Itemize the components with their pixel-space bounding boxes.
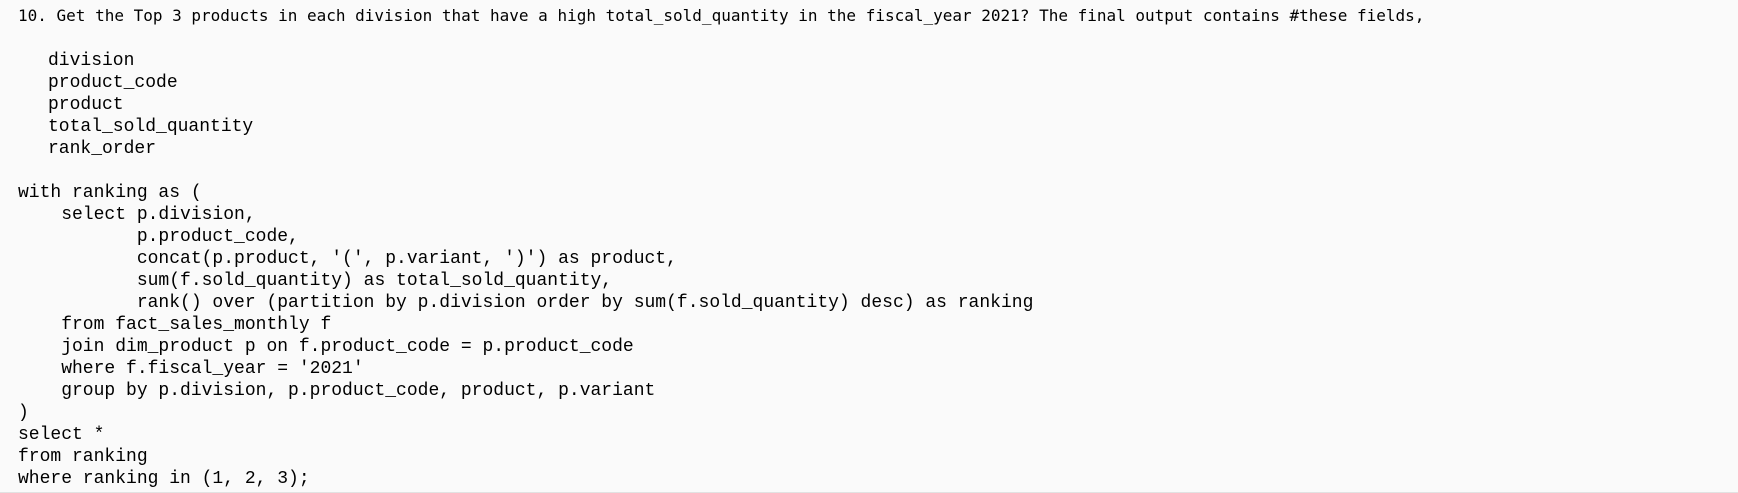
code-line: rank() over (partition by p.division ord… [18,293,1034,313]
output-fields-list: division product_code product total_sold… [48,50,253,160]
code-line: join dim_product p on f.product_code = p… [18,337,634,357]
code-line: where ranking in (1, 2, 3); [18,469,310,489]
field-item: product_code [48,73,178,93]
code-line: with ranking as ( [18,183,202,203]
code-line: p.product_code, [18,227,299,247]
field-item: rank_order [48,139,157,159]
code-line: sum(f.sold_quantity) as total_sold_quant… [18,271,613,291]
code-line: group by p.division, p.product_code, pro… [18,381,656,401]
code-line: concat(p.product, '(', p.variant, ')') a… [18,249,677,269]
code-line: select * [18,425,105,445]
code-line: ) [18,403,29,423]
question-heading: 10. Get the Top 3 products in each divis… [18,6,1425,25]
field-item: product [48,95,124,115]
code-line: where f.fiscal_year = '2021' [18,359,364,379]
code-line: select p.division, [18,205,256,225]
field-item: division [48,51,135,71]
markdown-cell[interactable]: 10. Get the Top 3 products in each divis… [0,0,1738,493]
code-line: from ranking [18,447,148,467]
field-item: total_sold_quantity [48,117,254,137]
sql-code-block: with ranking as ( select p.division, p.p… [18,182,1033,490]
code-line: from fact_sales_monthly f [18,315,332,335]
